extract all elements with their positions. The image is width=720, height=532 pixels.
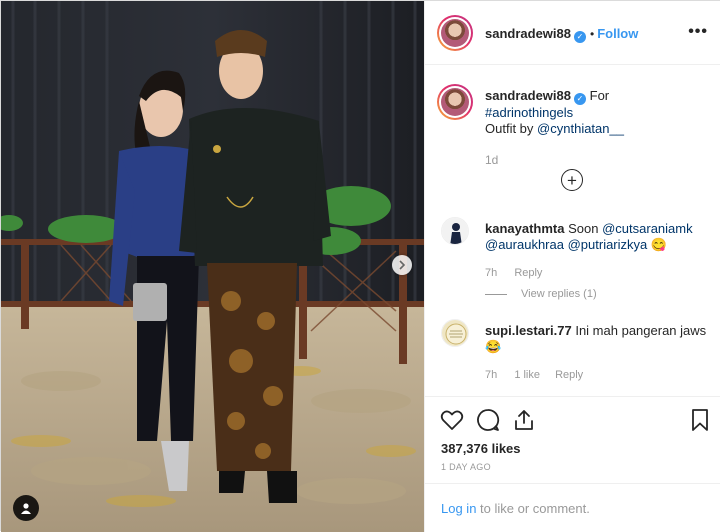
comment-text: kanayathmta Soon @cutsaraniamk @auraukhr… [485, 221, 711, 253]
comment-time[interactable]: 7h [485, 267, 497, 279]
author-username[interactable]: sandradewi88 [485, 26, 571, 41]
post-date[interactable]: 1 DAY AGO [441, 462, 491, 472]
comment-meta: 7h Reply [485, 267, 556, 279]
photo-image [1, 1, 424, 532]
comments-section[interactable]: sandradewi88 ✓ For #adrinothingels Outfit… [425, 65, 720, 395]
caption: sandradewi88 ✓ For #adrinothingels Outfit… [485, 88, 710, 168]
heart-icon[interactable] [439, 407, 465, 433]
person-icon [21, 503, 31, 514]
reply-button[interactable]: Reply [514, 267, 542, 279]
login-suffix: to like or comment. [480, 501, 590, 516]
commenter-username[interactable]: kanayathmta [485, 221, 564, 236]
chevron-right-icon [399, 260, 406, 270]
caption-text-for: For [589, 88, 610, 103]
comment-time[interactable]: 7h [485, 369, 497, 381]
next-photo-button[interactable] [392, 255, 412, 275]
post-modal: sandradewi88 ✓ • Follow ••• sandradewi88 ✓ F… [0, 0, 720, 532]
more-options-icon[interactable]: ••• [688, 23, 708, 41]
view-replies-label: View replies (1) [521, 288, 597, 300]
commenter-username[interactable]: supi.lestari.77 [485, 323, 572, 338]
caption-avatar[interactable] [437, 84, 473, 120]
caption-time[interactable]: 1d [485, 152, 710, 168]
load-more-comments-button[interactable]: + [561, 169, 583, 191]
commenter-avatar[interactable] [441, 217, 469, 245]
login-link[interactable]: Log in [441, 501, 476, 516]
caption-hashtag[interactable]: #adrinothingels [485, 105, 573, 120]
login-prompt: Log in to like or comment. [441, 501, 590, 516]
post-actions: 387,376 likes 1 DAY AGO [425, 396, 720, 482]
separator-dot: • [590, 27, 595, 41]
header-user-line: sandradewi88 ✓ • Follow [485, 26, 638, 43]
share-icon[interactable] [511, 407, 537, 433]
post-photo[interactable] [1, 1, 424, 532]
likes-count[interactable]: 387,376 likes [441, 441, 521, 456]
comment-mention[interactable]: @cutsaraniamk [602, 221, 693, 236]
tagged-users-button[interactable] [13, 495, 39, 521]
author-avatar[interactable] [437, 15, 473, 51]
comment-body: Ini mah pangeran jaws [575, 323, 707, 338]
comment-item: supi.lestari.77 Ini mah pangeran jaws 😂 … [441, 319, 711, 389]
caption-username[interactable]: sandradewi88 [485, 88, 571, 103]
caption-outfit-prefix: Outfit by [485, 121, 534, 136]
follow-button[interactable]: Follow [597, 26, 638, 41]
comment-text: supi.lestari.77 Ini mah pangeran jaws 😂 [485, 323, 711, 355]
bookmark-icon[interactable] [687, 407, 713, 433]
caption-mention[interactable]: @cynthiatan__ [537, 121, 624, 136]
post-side-panel: sandradewi88 ✓ • Follow ••• sandradewi88 ✓ F… [424, 1, 720, 532]
view-replies-button[interactable]: View replies (1) [485, 288, 597, 300]
commenter-avatar[interactable] [441, 319, 469, 347]
reply-button[interactable]: Reply [555, 369, 583, 381]
verified-badge-icon: ✓ [574, 93, 586, 105]
comment-likes[interactable]: 1 like [514, 369, 540, 381]
comment-emoji: 😋 [650, 237, 668, 252]
comment-mention[interactable]: @putriarizkya [568, 237, 648, 252]
comment-body: Soon [568, 221, 599, 236]
comment-emoji: 😂 [485, 339, 502, 354]
comment-item: kanayathmta Soon @cutsaraniamk @auraukhr… [441, 217, 711, 300]
comment-icon[interactable] [475, 407, 501, 433]
login-footer: Log in to like or comment. [425, 483, 720, 532]
comment-meta: 7h 1 like Reply [485, 369, 597, 381]
divider-line [485, 293, 507, 295]
comment-mention[interactable]: @auraukhraa [485, 237, 564, 252]
verified-badge-icon: ✓ [574, 31, 586, 43]
post-header: sandradewi88 ✓ • Follow ••• [425, 1, 720, 65]
